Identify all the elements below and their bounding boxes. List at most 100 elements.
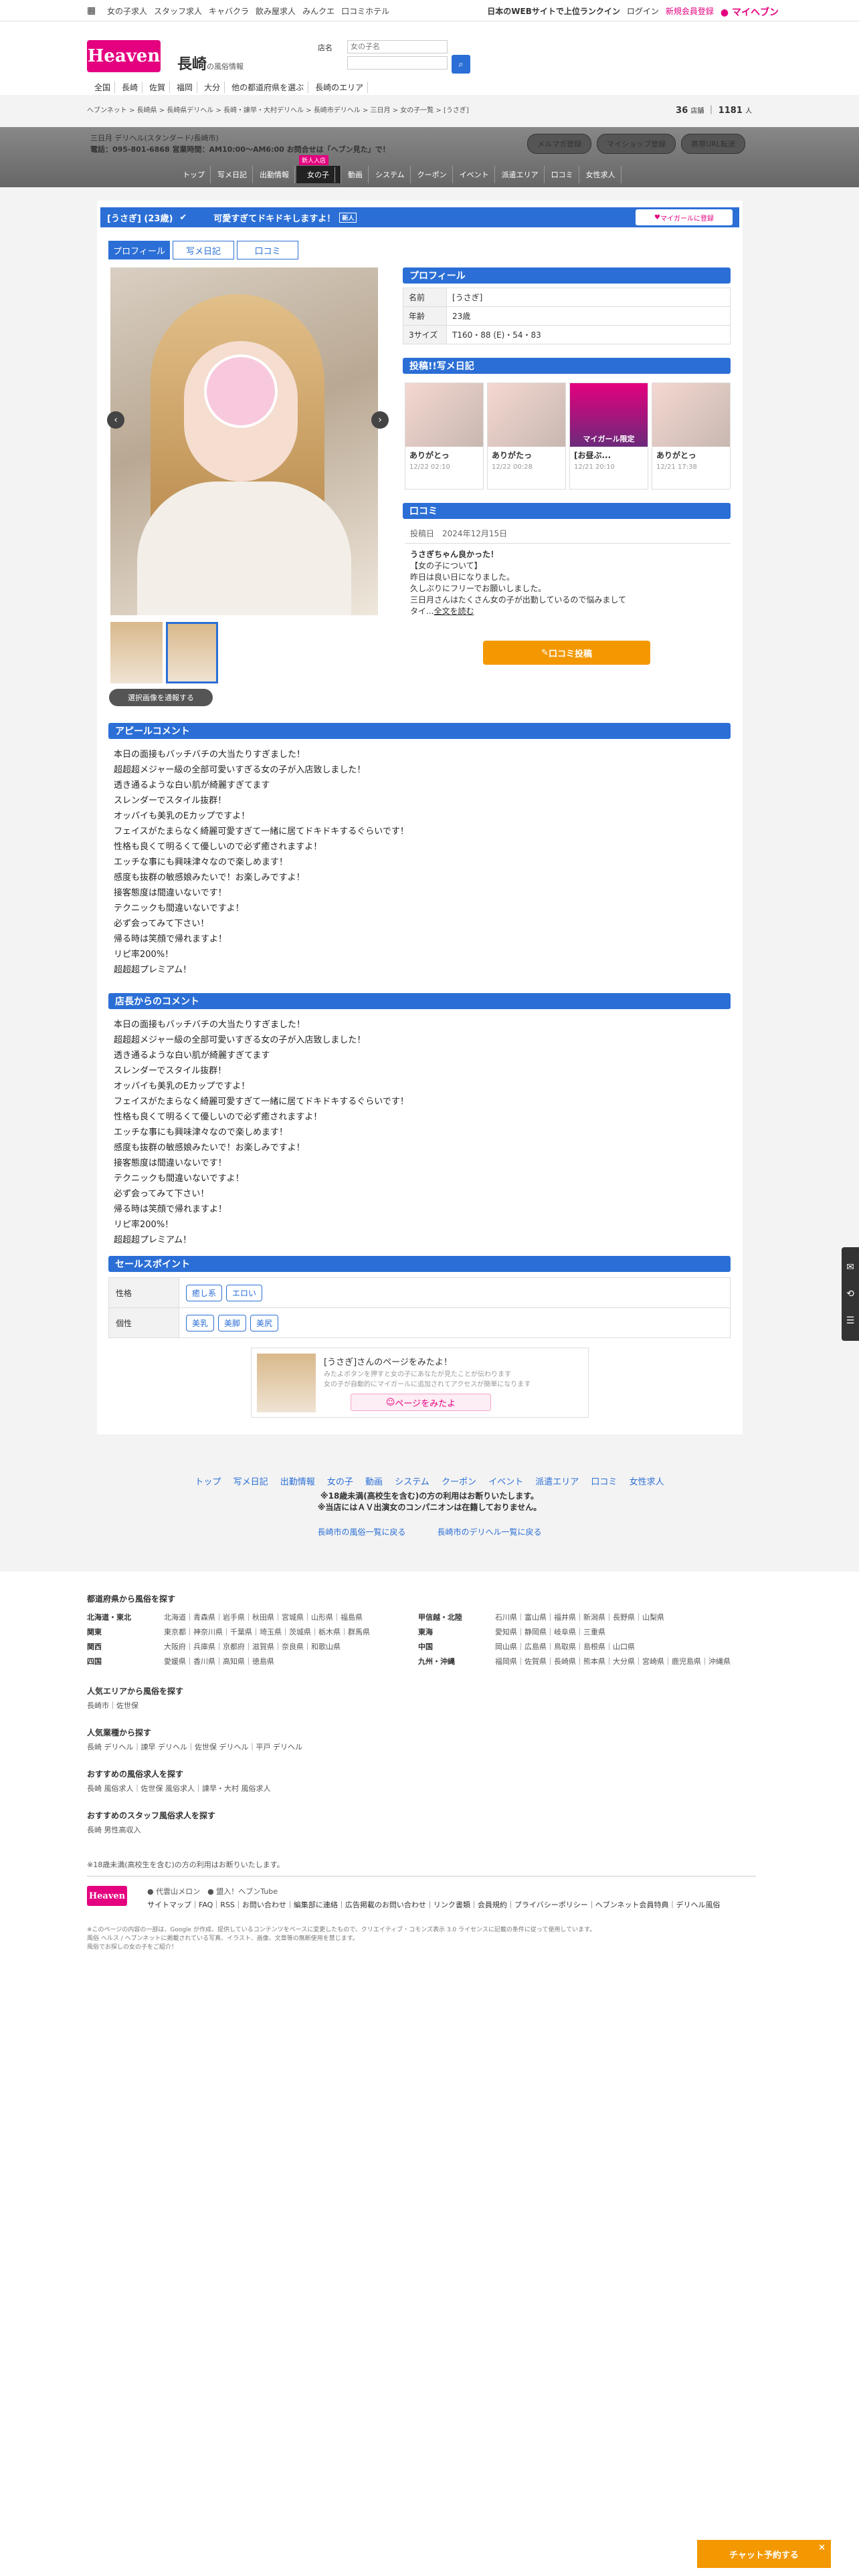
footer-links[interactable]: サイトマップ｜FAQ｜RSS｜お問い合わせ｜編集部に連絡｜広告掲載のお問い合わせ… <box>147 1899 729 1910</box>
pref-links[interactable]: 大阪府｜兵庫県｜京都府｜滋賀県｜奈良県｜和歌山県 <box>164 1642 341 1651</box>
footer-link[interactable]: 動画 <box>365 1477 383 1487</box>
top-links: 女の子求人 スタッフ求人 キャバクラ 飲み屋求人 みんクエ 口コミホテル <box>107 5 389 17</box>
photo-thumbnail[interactable] <box>166 622 218 683</box>
sponsor-link[interactable]: 盟入！ヘブンTube <box>216 1887 278 1896</box>
tab-diary[interactable]: 写メ日記 <box>212 166 253 183</box>
pref-links[interactable]: 東京都｜神奈川県｜千葉県｜埼玉県｜茨城県｜栃木県｜群馬県 <box>164 1628 370 1636</box>
manager-line: 接客態度は間違いないです！ <box>114 1158 227 1168</box>
login-link[interactable]: ログイン <box>627 5 659 19</box>
copyright-line: ※このページの内容の一部は、Google が作成、提供しているコンテンツをベース… <box>87 1927 596 1933</box>
report-photo-button[interactable]: 選択画像を通報する <box>109 689 213 706</box>
tab-profile[interactable]: プロフィール <box>108 241 170 259</box>
shop-search-input[interactable] <box>347 40 448 53</box>
pref-links[interactable]: 愛媛県｜香川県｜高知県｜徳島県 <box>164 1657 274 1666</box>
top-link[interactable]: スタッフ求人 <box>154 5 202 17</box>
region-nav-item[interactable]: 佐賀 <box>145 82 171 93</box>
tab-schedule[interactable]: 出勤情報 <box>254 166 295 183</box>
photo-thumbnail[interactable] <box>110 622 163 683</box>
sales-tag[interactable]: 癒し系 <box>186 1284 223 1301</box>
tab-girls[interactable]: 新人入店 女の子 <box>296 155 341 183</box>
region-nav-item[interactable]: 大分 <box>200 82 225 93</box>
history-icon[interactable]: ⟲ <box>842 1281 859 1307</box>
region-nav-item[interactable]: 長崎のエリア <box>311 82 369 93</box>
footer-link[interactable]: システム <box>395 1477 430 1487</box>
menu-icon[interactable]: ☰ <box>842 1307 859 1334</box>
footer-sponsors: ● 代雲山メロン ● 盟入！ヘブンTube <box>147 1886 278 1897</box>
footer-link[interactable]: 口コミ <box>591 1477 617 1487</box>
footer-link[interactable]: 出勤情報 <box>280 1477 315 1487</box>
breadcrumb[interactable]: ヘブンネット > 長崎県 > 長崎県デリヘル > 長崎・諫早・大村デリヘル > … <box>87 104 469 114</box>
footer-link[interactable]: 女の子 <box>327 1477 353 1487</box>
back-link[interactable]: 長崎市のデリヘル一覧に戻る <box>438 1527 542 1537</box>
table-row: 個性 美乳 美脚 美尻 <box>108 1307 731 1338</box>
mitayo-button[interactable]: ☺ ページをみたよ <box>351 1394 491 1411</box>
tab-event[interactable]: イベント <box>454 166 495 183</box>
diary-card[interactable]: ありがとっ 12/22 02:10 <box>405 383 484 490</box>
pref-links[interactable]: 北海道｜青森県｜岩手県｜秋田県｜宮城県｜山形県｜福島県 <box>164 1613 363 1622</box>
post-review-button[interactable]: ✎ 口コミ投稿 <box>483 641 650 665</box>
top-link[interactable]: 女の子求人 <box>107 5 147 17</box>
myshop-button[interactable]: マイショップ登録 <box>597 134 676 154</box>
site-logo[interactable]: Heaven <box>87 40 161 72</box>
sales-tag[interactable]: 美乳 <box>186 1314 215 1331</box>
tab-area[interactable]: 派遣エリア <box>496 166 545 183</box>
footer-link[interactable]: トップ <box>195 1477 221 1487</box>
tab-top[interactable]: トップ <box>177 166 211 183</box>
register-link[interactable]: 新規会員登録 <box>666 5 714 19</box>
search-button[interactable]: ⌕ <box>452 55 470 74</box>
pref-links[interactable]: 石川県｜富山県｜福井県｜新潟県｜長野県｜山梨県 <box>495 1613 664 1622</box>
diary-card[interactable]: ありがとっ 12/21 17:38 <box>652 383 731 490</box>
top-link[interactable]: みんクエ <box>302 5 335 17</box>
diary-image <box>488 383 565 447</box>
tab-coupon[interactable]: クーポン <box>412 166 453 183</box>
diary-image <box>405 383 483 447</box>
pref-links[interactable]: 福岡県｜佐賀県｜長崎県｜熊本県｜大分県｜宮崎県｜鹿児島県｜沖縄県 <box>495 1657 731 1666</box>
footer-link[interactable]: 女性求人 <box>630 1477 664 1487</box>
region-nav-item[interactable]: 全国 <box>90 82 116 93</box>
tab-kuchikomi[interactable]: 口コミ <box>237 241 298 259</box>
manager-line: 超超超プレミアム！ <box>114 1235 192 1245</box>
mygirl-button[interactable]: ♥ マイガールに登録 <box>636 209 733 225</box>
sales-tag[interactable]: エロい <box>226 1284 263 1301</box>
read-more-link[interactable]: 全文を読む <box>434 607 474 616</box>
region-nav-item[interactable]: 他の都道府県を選ぶ <box>227 82 309 93</box>
top-link[interactable]: 飲み屋求人 <box>256 5 296 17</box>
tab-system[interactable]: システム <box>370 166 411 183</box>
pref-links[interactable]: 岡山県｜広島県｜鳥取県｜島根県｜山口県 <box>495 1642 635 1651</box>
footer-link[interactable]: クーポン <box>442 1477 476 1487</box>
top-link[interactable]: 口コミホテル <box>341 5 389 17</box>
diary-card[interactable]: ありがたっ 12/22 00:28 <box>487 383 566 490</box>
grid-menu-icon[interactable]: ▦ <box>87 5 96 16</box>
sponsor-link[interactable]: 代雲山メロン <box>156 1887 200 1896</box>
region-nav-item[interactable]: 長崎 <box>118 82 143 93</box>
rec-links[interactable]: 長崎 風俗求人｜佐世保 風俗求人｜諫早・大村 風俗求人 <box>87 1783 271 1794</box>
chat-reserve-button[interactable]: チャット予約する × <box>697 2540 831 2568</box>
myheaven-link[interactable]: ● マイヘブン <box>721 5 779 19</box>
diary-card[interactable]: マイガール限定 [お昼ぶ... 12/21 20:10 <box>569 383 648 490</box>
footer-link[interactable]: 写メ日記 <box>233 1477 268 1487</box>
tab-video[interactable]: 動画 <box>343 166 369 183</box>
mobile-url-button[interactable]: 携帯URL転送 <box>681 134 745 154</box>
tab-recruit[interactable]: 女性求人 <box>581 166 622 183</box>
pref-links[interactable]: 愛知県｜静岡県｜岐阜県｜三重県 <box>495 1628 605 1636</box>
staff-links[interactable]: 長崎 男性高収入 <box>87 1824 141 1835</box>
cat-links[interactable]: 長崎 デリヘル｜諫早 デリヘル｜佐世保 デリヘル｜平戸 デリヘル <box>87 1741 302 1752</box>
region-nav-item[interactable]: 福岡 <box>173 82 198 93</box>
footer-link[interactable]: 派遣エリア <box>535 1477 579 1487</box>
prev-photo-icon[interactable]: ‹ <box>107 411 124 429</box>
mailmag-button[interactable]: メルマガ登録 <box>527 134 592 154</box>
girl-search-input[interactable] <box>347 56 448 70</box>
notification-icon[interactable]: ✉ <box>842 1254 859 1281</box>
sales-tag[interactable]: 美脚 <box>218 1314 247 1331</box>
tab-review[interactable]: 口コミ <box>546 166 579 183</box>
footer-link[interactable]: イベント <box>488 1477 523 1487</box>
footer-logo[interactable]: Heaven <box>87 1886 127 1906</box>
sales-tag[interactable]: 美尻 <box>250 1314 279 1331</box>
back-link[interactable]: 長崎市の風俗一覧に戻る <box>317 1527 405 1537</box>
close-icon[interactable]: × <box>818 2543 826 2553</box>
next-photo-icon[interactable]: › <box>371 411 389 429</box>
tab-photo-diary[interactable]: 写メ日記 <box>173 241 234 259</box>
pop-links[interactable]: 長崎市｜佐世保 <box>87 1700 138 1711</box>
diary-date: 12/21 17:38 <box>656 463 697 471</box>
top-link[interactable]: キャバクラ <box>209 5 249 17</box>
